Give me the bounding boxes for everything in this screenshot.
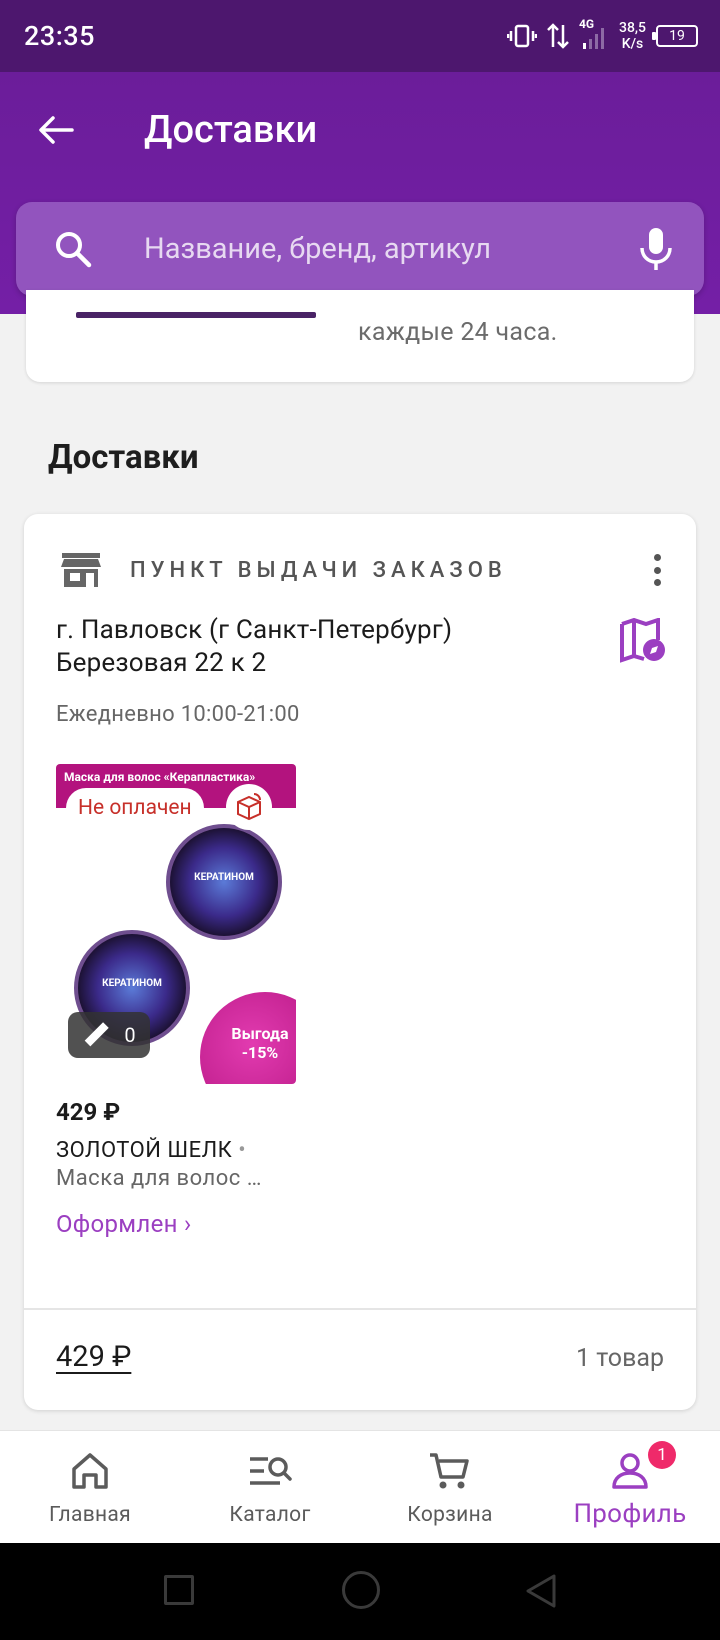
nav-label: Профиль (573, 1499, 687, 1529)
status-icons: 4G 38,5 K/s 19 (506, 16, 698, 56)
store-icon (61, 553, 101, 587)
recents-button[interactable] (164, 1575, 194, 1605)
vibrate-icon (506, 24, 537, 48)
box-return-icon (237, 793, 261, 821)
working-hours: Ежедневно 10:00-21:00 (56, 702, 300, 727)
nav-item-cart[interactable]: Корзина (360, 1431, 540, 1544)
order-status-link[interactable]: Оформлен › (56, 1210, 192, 1238)
delivery-card[interactable]: ПУНКТ ВЫДАЧИ ЗАКАЗОВ г. Павловск (г Санк… (24, 514, 696, 1410)
address-line-1: г. Павловск (г Санкт-Петербург) (56, 615, 453, 645)
nav-label: Каталог (229, 1503, 311, 1527)
nav-item-home[interactable]: Главная (0, 1431, 180, 1544)
data-arrows-icon (547, 23, 569, 49)
net-speed-unit: K/s (621, 36, 644, 52)
signal-icon: 4G (579, 17, 609, 51)
net-speed-value: 38,5 (618, 20, 646, 36)
battery-icon: 19 (652, 25, 698, 47)
size-measure-badge[interactable]: 0 (68, 1012, 150, 1058)
home-button[interactable] (342, 1571, 380, 1609)
notification-badge: 1 (648, 1441, 676, 1469)
ruler-icon (85, 1022, 110, 1047)
promo-text: Выгода -15% (231, 1024, 289, 1062)
divider (24, 1308, 696, 1310)
delivery-type: ПУНКТ ВЫДАЧИ ЗАКАЗОВ (130, 558, 507, 583)
nav-label: Главная (49, 1503, 131, 1527)
pickup-address: г. Павловск (г Санкт-Петербург) Березова… (56, 614, 576, 680)
product-brand-name: ЗОЛОТОЙ ШЕЛК (56, 1138, 233, 1163)
home-icon (72, 1453, 108, 1489)
jar-label: КЕРАТИНОМ (194, 872, 254, 883)
previous-card: каждые 24 часа. (26, 290, 694, 382)
bottom-navigation: Главная Каталог Корзина 1 Профиль (0, 1430, 720, 1543)
payment-status-badge: Не оплачен (66, 788, 204, 828)
product-image[interactable]: Маска для волос «Керапластика» КЕРАТИНОМ… (56, 764, 296, 1084)
product-name: Маска для волос … (56, 1166, 262, 1191)
measure-count: 0 (124, 1023, 136, 1047)
address-line-2: Березовая 22 к 2 (56, 648, 267, 678)
jar-label: КЕРАТИНОМ (102, 978, 162, 989)
previous-card-text: каждые 24 часа. (358, 318, 558, 347)
search-icon (56, 232, 92, 268)
product-jar-image: КЕРАТИНОМ (166, 824, 282, 940)
more-dot-icon (653, 554, 661, 561)
app-bar: Доставки Название, бренд, артикул (0, 72, 720, 314)
more-dot-icon (653, 566, 661, 574)
net-speed: 38,5 K/s (619, 20, 646, 52)
status-bar: 23:35 4G 38,5 K/s 19 (0, 0, 720, 72)
search-input[interactable]: Название, бренд, артикул (144, 232, 491, 266)
items-count: 1 товар (576, 1344, 664, 1373)
status-time: 23:35 (24, 20, 96, 52)
return-box-badge (226, 784, 272, 830)
back-button[interactable] (28, 102, 84, 158)
nav-item-catalog[interactable]: Каталог (180, 1431, 360, 1544)
cart-icon (430, 1453, 469, 1489)
system-navigation-bar (0, 1543, 720, 1640)
product-brand: ЗОЛОТОЙ ШЕЛК • (56, 1138, 246, 1163)
more-dot-icon (653, 579, 661, 586)
arrow-left-icon (39, 116, 74, 144)
map-icon[interactable] (620, 618, 668, 664)
section-title: Доставки (48, 438, 199, 477)
back-triangle-icon[interactable] (524, 1573, 558, 1609)
microphone-icon[interactable] (636, 226, 676, 272)
search-bar[interactable]: Название, бренд, артикул (16, 202, 704, 296)
previous-card-graphic (76, 312, 316, 318)
more-menu-button[interactable] (642, 550, 672, 590)
page-title: Доставки (144, 108, 318, 152)
total-price: 429 ₽ (56, 1340, 132, 1374)
promo-badge: Выгода -15% (200, 992, 296, 1084)
nav-label: Корзина (407, 1503, 493, 1527)
profile-icon (612, 1453, 648, 1489)
nav-item-profile[interactable]: 1 Профиль (540, 1431, 720, 1544)
separator-dot: • (232, 1138, 247, 1163)
product-price: 429 ₽ (56, 1098, 121, 1126)
catalog-icon (250, 1457, 292, 1485)
